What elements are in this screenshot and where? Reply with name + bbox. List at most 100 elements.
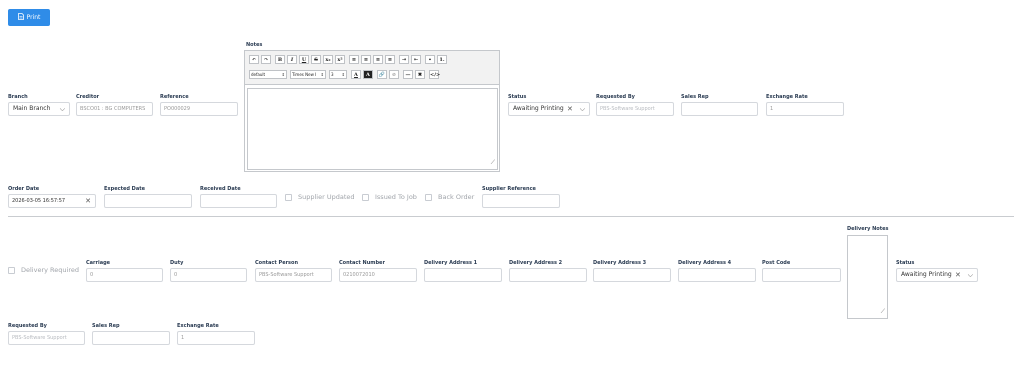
- contact-number-field[interactable]: 0210072010: [339, 268, 417, 282]
- order-date-label: Order Date: [8, 186, 40, 192]
- duty-label: Duty: [170, 260, 184, 266]
- delivery-address-2-field[interactable]: [509, 268, 587, 282]
- font-color-icon[interactable]: A: [351, 70, 361, 79]
- chevron-down-icon: ⌵: [59, 105, 65, 113]
- contact-person-label: Contact Person: [255, 260, 299, 266]
- subscript-icon[interactable]: x₂: [323, 55, 333, 64]
- issued-to-job-checkbox[interactable]: [362, 194, 369, 201]
- chevron-down-icon: ⌵: [967, 271, 973, 279]
- size-select[interactable]: 3 ⇕: [329, 70, 347, 79]
- requested-by-field[interactable]: PBS-Software Support: [596, 102, 674, 116]
- expected-date-field[interactable]: [104, 194, 192, 208]
- received-date-label: Received Date: [200, 186, 241, 192]
- link-icon[interactable]: 🔗: [377, 70, 387, 79]
- underline-icon[interactable]: U: [299, 55, 309, 64]
- supplier-updated-label: Supplier Updated: [298, 193, 355, 201]
- footer-exchange-rate-label: Exchange Rate: [177, 323, 219, 329]
- reference-label: Reference: [160, 94, 189, 100]
- delivery-address-4-label: Delivery Address 4: [678, 260, 732, 266]
- notes-label: Notes: [246, 42, 263, 48]
- unlink-icon[interactable]: ⊘: [389, 70, 399, 79]
- clear-icon[interactable]: ✕: [567, 103, 573, 115]
- footer-requested-by-field[interactable]: PBS-Software Support: [8, 331, 85, 345]
- align-justify-icon[interactable]: ≡: [385, 55, 395, 64]
- delivery-address-4-field[interactable]: [678, 268, 756, 282]
- horizontal-rule-icon[interactable]: —: [403, 70, 413, 79]
- outdent-icon[interactable]: ⇤: [411, 55, 421, 64]
- delivery-address-2-label: Delivery Address 2: [509, 260, 563, 266]
- requested-by-label: Requested By: [596, 94, 635, 100]
- strikethrough-icon[interactable]: S: [311, 55, 321, 64]
- status-label: Status: [508, 94, 527, 100]
- contact-person-field[interactable]: PBS-Software Support: [255, 268, 332, 282]
- received-date-field[interactable]: [200, 194, 277, 208]
- print-label: Print: [26, 14, 41, 21]
- highlight-color-icon[interactable]: A: [363, 70, 373, 79]
- delivery-address-3-label: Delivery Address 3: [593, 260, 647, 266]
- resize-grip-icon[interactable]: ⟋: [881, 308, 885, 316]
- clear-icon[interactable]: ✕: [955, 269, 961, 281]
- editor-toolbar: ↶ ↷ B I U S x₂ x² ≡ ≡ ≡ ≡ ⇥ ⇤ • 1. defau…: [245, 51, 499, 85]
- superscript-icon[interactable]: x²: [335, 55, 345, 64]
- expected-date-label: Expected Date: [104, 186, 145, 192]
- sales-rep-field[interactable]: [681, 102, 758, 116]
- delivery-address-1-label: Delivery Address 1: [424, 260, 478, 266]
- branch-label: Branch: [8, 94, 28, 100]
- bullet-list-icon[interactable]: •: [425, 55, 435, 64]
- supplier-reference-field[interactable]: [482, 194, 560, 208]
- back-order-label: Back Order: [438, 193, 475, 201]
- align-left-icon[interactable]: ≡: [349, 55, 359, 64]
- footer-requested-by-label: Requested By: [8, 323, 47, 329]
- align-center-icon[interactable]: ≡: [361, 55, 371, 64]
- delivery-required-checkbox[interactable]: [8, 267, 15, 274]
- format-select[interactable]: default ⇕: [249, 70, 287, 79]
- delivery-status-label: Status: [896, 260, 915, 266]
- post-code-label: Post Code: [762, 260, 791, 266]
- exchange-rate-label: Exchange Rate: [766, 94, 808, 100]
- sales-rep-label: Sales Rep: [681, 94, 709, 100]
- issued-to-job-label: Issued To Job: [375, 193, 417, 201]
- font-select[interactable]: Times New I ⇕: [290, 70, 326, 79]
- supplier-reference-label: Supplier Reference: [482, 186, 536, 192]
- section-divider: [8, 216, 1014, 217]
- notes-textarea[interactable]: ⟋: [247, 88, 498, 170]
- footer-sales-rep-field[interactable]: [92, 331, 170, 345]
- creditor-field[interactable]: BSCO01 : BG COMPUTERS: [76, 102, 153, 116]
- footer-exchange-rate-field[interactable]: 1: [177, 331, 255, 345]
- chevron-down-icon: ⌵: [579, 105, 585, 113]
- redo-icon[interactable]: ↷: [261, 55, 271, 64]
- back-order-checkbox[interactable]: [425, 194, 432, 201]
- order-date-field[interactable]: 2026-03-05 16:57:57 ✕: [8, 194, 96, 208]
- numbered-list-icon[interactable]: 1.: [437, 55, 447, 64]
- document-icon: [17, 13, 24, 22]
- bold-icon[interactable]: B: [275, 55, 285, 64]
- indent-icon[interactable]: ⇥: [399, 55, 409, 64]
- notes-editor: ↶ ↷ B I U S x₂ x² ≡ ≡ ≡ ≡ ⇥ ⇤ • 1. defau…: [244, 50, 500, 172]
- carriage-field[interactable]: 0: [86, 268, 163, 282]
- carriage-label: Carriage: [86, 260, 111, 266]
- duty-field[interactable]: 0: [170, 268, 247, 282]
- post-code-field[interactable]: [762, 268, 841, 282]
- status-select[interactable]: Awaiting Printing ✕ ⌵: [508, 102, 590, 116]
- align-right-icon[interactable]: ≡: [373, 55, 383, 64]
- italic-icon[interactable]: I: [287, 55, 297, 64]
- resize-grip-icon[interactable]: ⟋: [491, 159, 495, 167]
- branch-select[interactable]: Main Branch ⌵: [8, 102, 70, 116]
- exchange-rate-field[interactable]: 1: [766, 102, 844, 116]
- delivery-address-3-field[interactable]: [593, 268, 671, 282]
- delivery-status-select[interactable]: Awaiting Printing ✕ ⌵: [896, 268, 978, 282]
- contact-number-label: Contact Number: [339, 260, 385, 266]
- delivery-notes-textarea[interactable]: ⟋: [847, 235, 888, 319]
- clear-icon[interactable]: ✕: [85, 195, 91, 207]
- delivery-required-label: Delivery Required: [21, 266, 79, 274]
- creditor-label: Creditor: [76, 94, 100, 100]
- delivery-address-1-field[interactable]: [424, 268, 502, 282]
- print-button[interactable]: Print: [8, 9, 50, 26]
- undo-icon[interactable]: ↶: [249, 55, 259, 64]
- clear-format-icon[interactable]: ✖: [415, 70, 425, 79]
- footer-sales-rep-label: Sales Rep: [92, 323, 120, 329]
- delivery-notes-label: Delivery Notes: [847, 226, 889, 232]
- source-code-icon[interactable]: </>: [429, 70, 440, 79]
- reference-field[interactable]: PO000029: [160, 102, 238, 116]
- supplier-updated-checkbox[interactable]: [285, 194, 292, 201]
